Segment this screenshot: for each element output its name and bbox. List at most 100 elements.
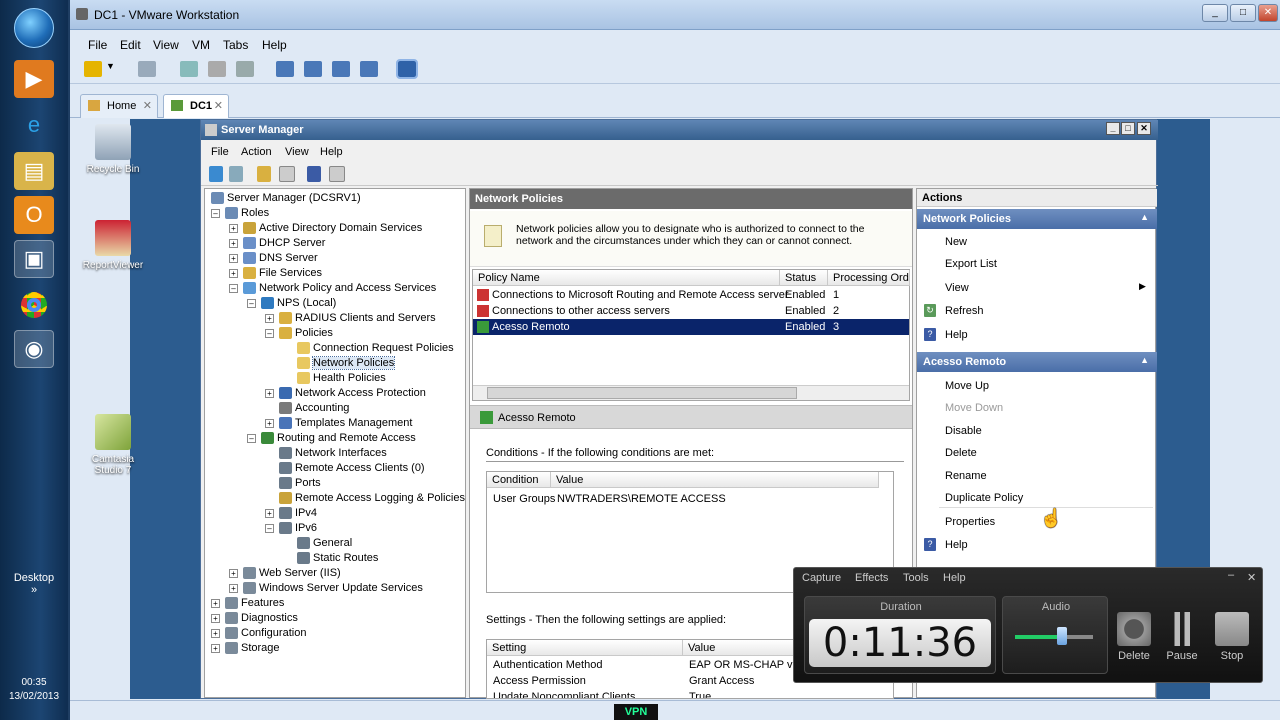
tree-node[interactable]: Connection Request Policies	[283, 341, 454, 356]
action-help[interactable]: Help	[945, 539, 968, 551]
tree-node[interactable]: + Templates Management	[265, 416, 412, 431]
maximize-button[interactable]: □	[1230, 4, 1256, 22]
collapse-icon[interactable]: –	[247, 433, 256, 443]
tree-node[interactable]: Network Interfaces	[265, 446, 387, 461]
action-disable[interactable]: Disable	[945, 425, 982, 437]
tree-node[interactable]: – IPv6	[265, 521, 317, 536]
tree-node[interactable]: Remote Access Clients (0)	[265, 461, 425, 476]
collapse-icon[interactable]: –	[265, 328, 274, 338]
tree-node[interactable]: – Policies	[265, 326, 333, 341]
tree-node[interactable]: – NPS (Local)	[247, 296, 336, 311]
actions-section-network-policies[interactable]: Network Policies ▲	[917, 209, 1157, 229]
expand-icon[interactable]: +	[265, 418, 274, 428]
show-hide-tree-icon[interactable]	[279, 166, 295, 182]
chevron-down-icon[interactable]: ▼	[106, 61, 116, 77]
col-setting[interactable]: Setting	[487, 640, 683, 656]
action-new[interactable]: New	[945, 236, 967, 248]
snapshot-icon[interactable]	[180, 61, 198, 77]
stop-recording-button[interactable]: Stop	[1210, 612, 1254, 662]
col-status[interactable]: Status	[780, 270, 828, 286]
expand-icon[interactable]: +	[265, 388, 274, 398]
collapse-icon[interactable]: –	[229, 283, 238, 293]
actions-section-acesso-remoto[interactable]: Acesso Remoto ▲	[917, 352, 1157, 372]
sm-close-button[interactable]: ✕	[1137, 122, 1151, 135]
action-duplicate-policy[interactable]: Duplicate Policy	[945, 492, 1023, 504]
tree-node[interactable]: Remote Access Logging & Policies	[265, 491, 465, 506]
expand-icon[interactable]: +	[229, 583, 238, 593]
tree-node[interactable]: – Network Policy and Access Services	[229, 281, 436, 296]
start-orb[interactable]	[14, 8, 54, 48]
recorder-menu-effects[interactable]: Effects	[855, 572, 888, 584]
sm-menu-action[interactable]: Action	[241, 146, 272, 158]
expand-icon[interactable]: +	[229, 268, 238, 278]
media-player-icon[interactable]: ▶	[14, 60, 54, 98]
close-icon[interactable]: ✕	[214, 99, 223, 112]
up-folder-icon[interactable]	[257, 166, 271, 182]
fit-guest-icon[interactable]	[396, 59, 418, 79]
col-value[interactable]: Value	[551, 472, 879, 488]
menu-tabs[interactable]: Tabs	[223, 38, 248, 52]
action-refresh[interactable]: Refresh	[945, 305, 984, 317]
col-processing-order[interactable]: Processing Order	[828, 270, 910, 286]
pause-recording-button[interactable]: Pause	[1160, 612, 1204, 662]
collapse-icon[interactable]: –	[247, 298, 256, 308]
tree-node[interactable]: Accounting	[265, 401, 349, 416]
camtasia-recorder-icon[interactable]: ◉	[14, 330, 54, 368]
tree-node[interactable]: Server Manager (DCSRV1)	[211, 191, 361, 206]
action-help[interactable]: Help	[945, 329, 968, 341]
tree-node[interactable]: General	[283, 536, 352, 551]
scrollbar-thumb[interactable]	[487, 387, 797, 399]
clock[interactable]: 00:35 13/02/2013	[0, 676, 68, 704]
collapse-up-icon[interactable]: ▲	[1140, 212, 1149, 222]
sm-minimize-button[interactable]: _	[1106, 122, 1120, 135]
table-row[interactable]: Connections to Microsoft Routing and Rem…	[473, 287, 909, 303]
power-pause-icon[interactable]	[84, 61, 102, 77]
tree-node[interactable]: + Windows Server Update Services	[229, 581, 423, 596]
file-explorer-icon[interactable]: ▤	[14, 152, 54, 190]
tree-node[interactable]: + Web Server (IIS)	[229, 566, 341, 581]
action-view[interactable]: View	[945, 282, 969, 294]
tree-node[interactable]: + Active Directory Domain Services	[229, 221, 422, 236]
close-icon[interactable]: ✕	[143, 99, 152, 112]
expand-icon[interactable]: +	[229, 223, 238, 233]
vmware-icon[interactable]: ▣	[14, 240, 54, 278]
tab-dc1[interactable]: DC1 ✕	[163, 94, 229, 118]
expand-icon[interactable]: +	[229, 253, 238, 263]
forward-arrow-icon[interactable]	[229, 166, 243, 182]
sm-menu-help[interactable]: Help	[320, 146, 343, 158]
table-row[interactable]: Connections to other access servers Enab…	[473, 303, 909, 319]
expand-icon[interactable]: +	[211, 613, 220, 623]
tab-home[interactable]: Home ✕	[80, 94, 158, 118]
internet-explorer-icon[interactable]: e	[14, 106, 54, 144]
table-row[interactable]: User Groups NWTRADERS\REMOTE ACCESS	[487, 491, 923, 507]
audio-slider-thumb[interactable]	[1056, 627, 1067, 645]
tree-node[interactable]: + Storage	[211, 641, 280, 656]
table-row[interactable]: Acesso Remoto Enabled 3	[473, 319, 909, 335]
action-move-up[interactable]: Move Up	[945, 380, 989, 392]
show-hide-action-pane-icon[interactable]	[329, 166, 345, 182]
table-row[interactable]: Update Noncompliant Clients True	[487, 689, 893, 698]
expand-icon[interactable]: +	[229, 238, 238, 248]
collapse-icon[interactable]: –	[211, 208, 220, 218]
close-icon[interactable]: ✕	[1247, 571, 1256, 584]
recorder-menu-help[interactable]: Help	[943, 572, 966, 584]
snapshot-manager-icon[interactable]	[236, 61, 254, 77]
tree-node[interactable]: + Features	[211, 596, 284, 611]
tree-node[interactable]: – Routing and Remote Access	[247, 431, 416, 446]
delete-recording-button[interactable]: Delete	[1112, 612, 1156, 662]
tree-node[interactable]: Static Routes	[283, 551, 378, 566]
expand-icon[interactable]: +	[211, 598, 220, 608]
tree-node[interactable]: + DNS Server	[229, 251, 318, 266]
sm-maximize-button[interactable]: □	[1121, 122, 1135, 135]
sm-menu-file[interactable]: File	[211, 146, 229, 158]
horizontal-scrollbar[interactable]	[473, 385, 909, 400]
camtasia-desktop-icon[interactable]: Camtasia Studio 7	[78, 414, 148, 476]
col-policy-name[interactable]: Policy Name	[473, 270, 780, 286]
expand-icon[interactable]: +	[229, 568, 238, 578]
menu-vm[interactable]: VM	[192, 38, 210, 52]
outlook-icon[interactable]: O	[14, 196, 54, 234]
tree-node[interactable]: + File Services	[229, 266, 322, 281]
tree-node[interactable]: Network Policies	[283, 356, 396, 371]
menu-view[interactable]: View	[153, 38, 179, 52]
collapse-icon[interactable]: –	[265, 523, 274, 533]
